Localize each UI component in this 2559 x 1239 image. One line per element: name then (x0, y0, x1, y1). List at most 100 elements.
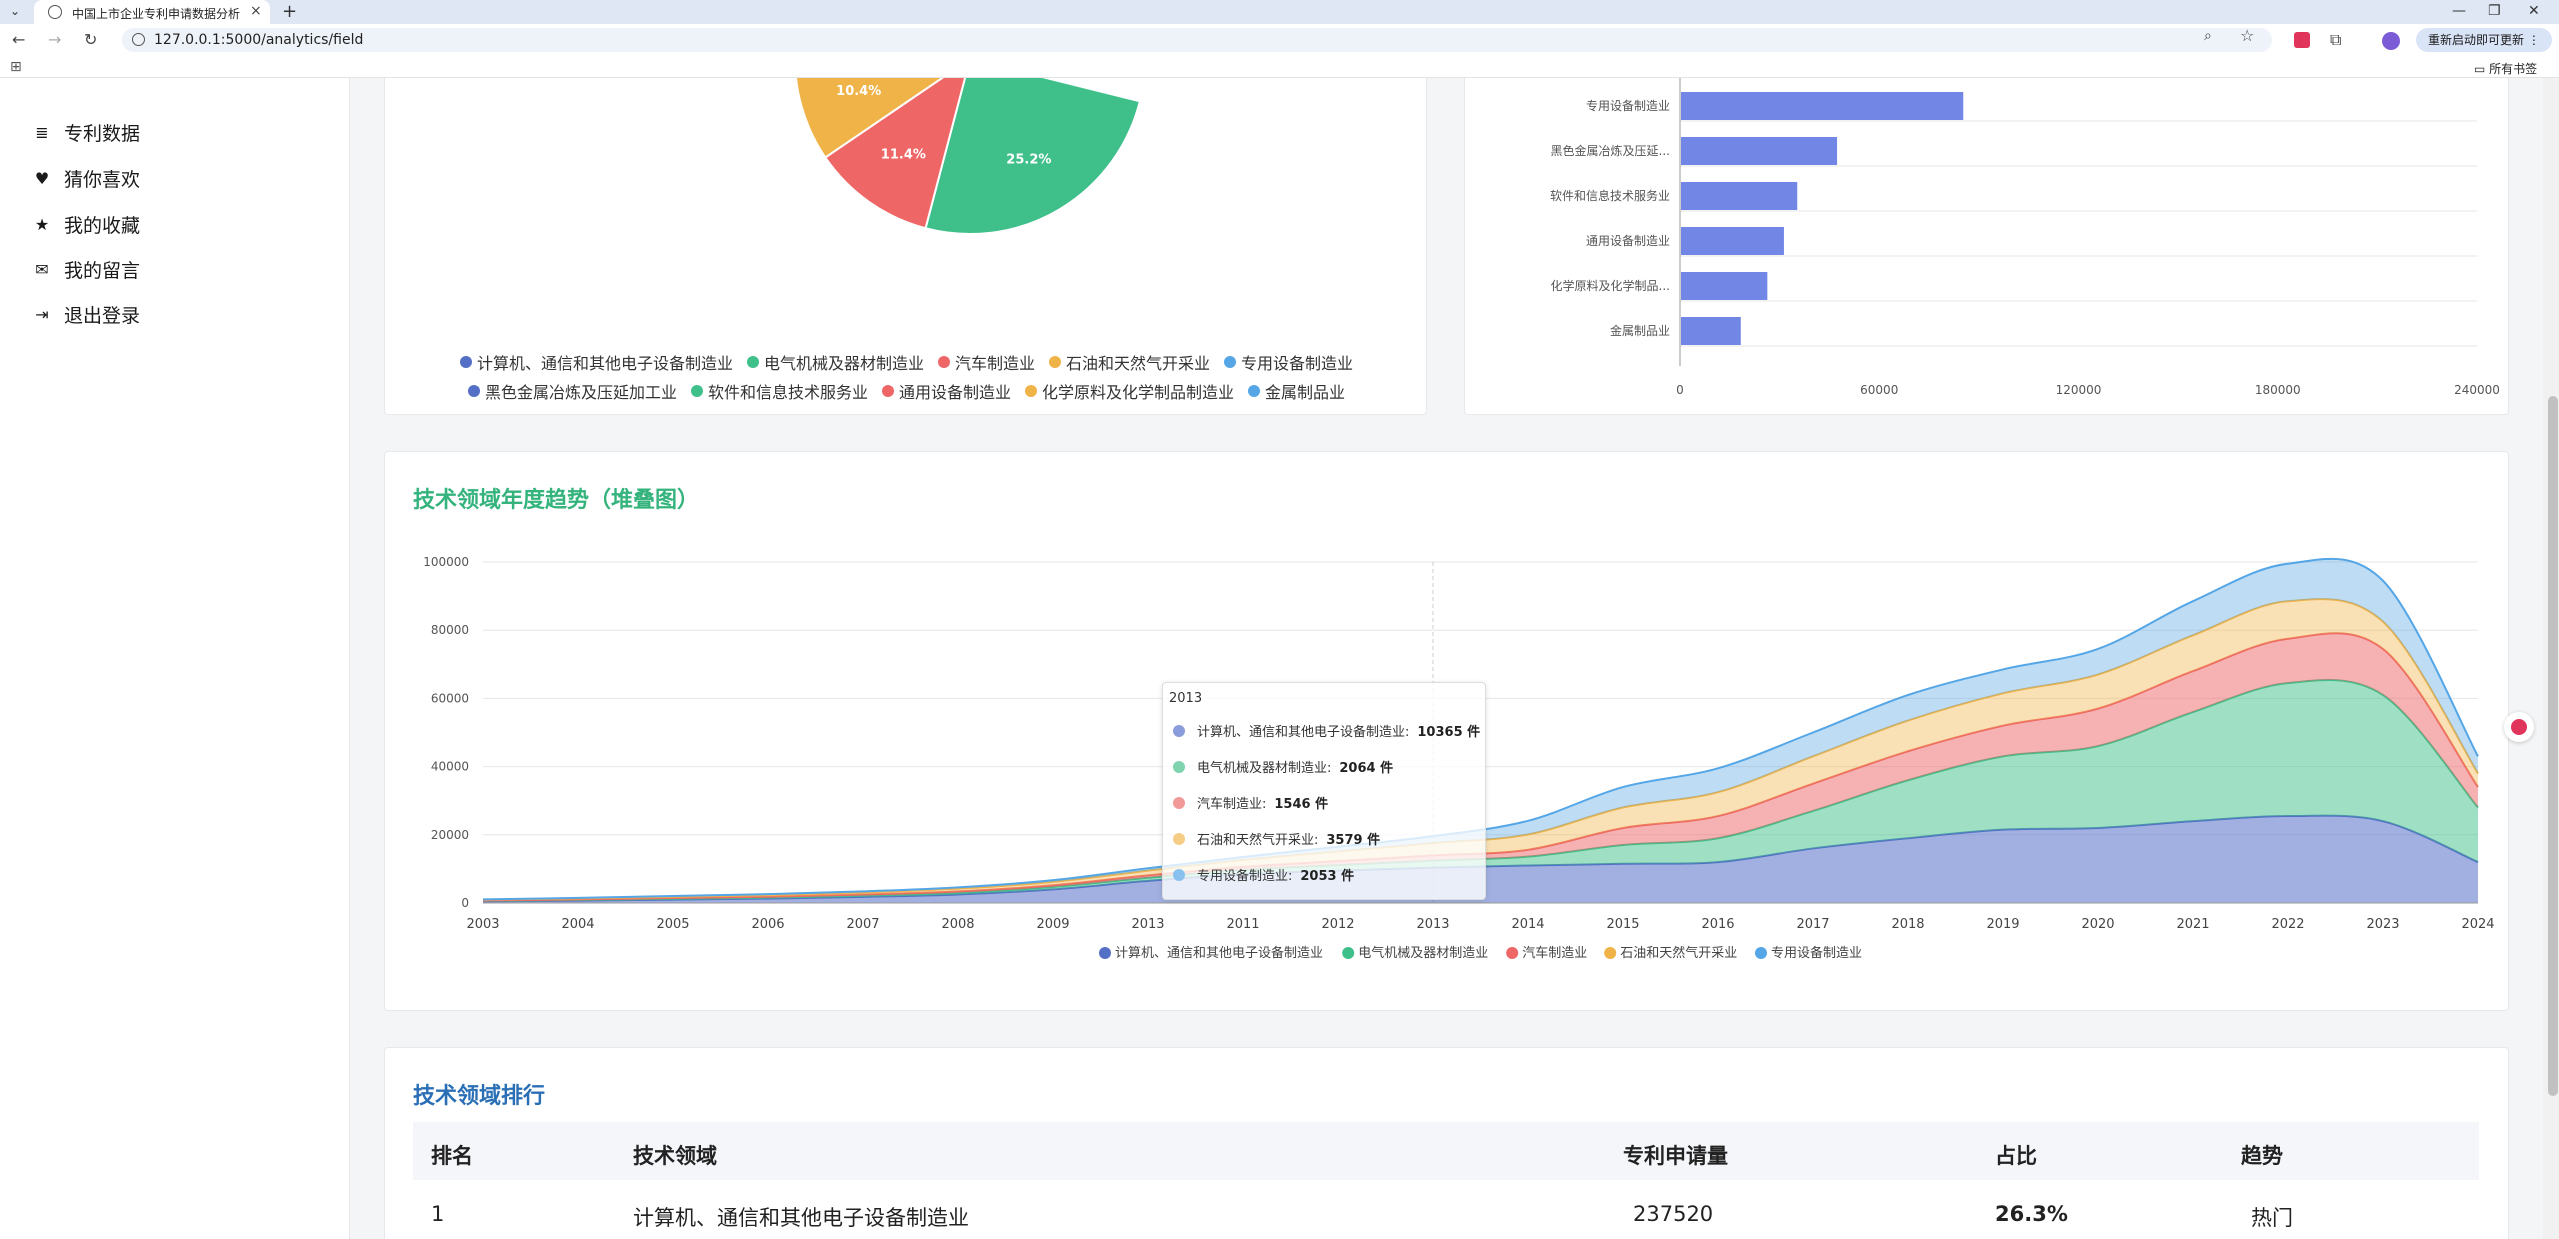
bar[interactable] (1681, 227, 1784, 255)
tab-close-icon[interactable]: × (250, 3, 262, 19)
th-rank[interactable]: 排名 (431, 1140, 473, 1170)
address-bar[interactable]: 127.0.0.1:5000/analytics/field (122, 28, 2272, 52)
th-count[interactable]: 专利申请量 (1623, 1140, 1728, 1170)
tooltip-row: 汽车制造业: 1546 件 (1173, 793, 1328, 812)
chat-icon: ✉ (35, 259, 49, 279)
legend-item[interactable]: 通用设备制造业 (881, 379, 1011, 403)
bar-category-label: 专用设备制造业 (1586, 98, 1670, 113)
bar[interactable] (1681, 137, 1838, 165)
th-share[interactable]: 占比 (1995, 1140, 2037, 1170)
legend-item[interactable]: 化学原料及化学制品制造业 (1025, 379, 1234, 403)
area-legend-label[interactable]: 电气机械及器材制造业 (1358, 945, 1488, 961)
bar-category-label: 化学原料及化学制品... (1551, 278, 1670, 293)
pie-legend-row: 黑色金属冶炼及压延加工业 软件和信息技术服务业 通用设备制造业 化学原料及化学制品制造… (385, 379, 1428, 403)
sidebar-item-recommend[interactable]: ♥ 猜你喜欢 (30, 164, 140, 192)
bar-x-tick-label: 60000 (1860, 383, 1898, 397)
star-icon: ★ (34, 214, 50, 234)
reload-icon[interactable]: ↻ (84, 30, 97, 49)
tab-title: 中国上市企业专利申请数据分析 (72, 7, 241, 21)
legend-dot (1025, 385, 1037, 397)
minimize-icon[interactable]: — (2452, 3, 2466, 19)
tab-list-chevron-icon[interactable]: ⌄ (10, 4, 20, 18)
restore-icon[interactable]: ❐ (2488, 3, 2501, 19)
back-arrow-icon[interactable]: ← (12, 30, 25, 49)
extension-icon[interactable] (2294, 32, 2310, 48)
area-x-tick-label: 2022 (2271, 917, 2304, 932)
profile-avatar[interactable] (2382, 32, 2400, 50)
legend-item[interactable]: 汽车制造业 (937, 350, 1035, 374)
legend-dot (1049, 356, 1061, 368)
browser-tab-active[interactable]: 中国上市企业专利申请数据分析 × (34, 0, 270, 24)
area-y-tick-label: 0 (461, 896, 469, 910)
area-legend-label[interactable]: 专用设备制造业 (1771, 945, 1862, 961)
sidebar-item-messages[interactable]: ✉ 我的留言 (30, 255, 140, 283)
bar-category-label: 金属制品业 (1610, 323, 1670, 338)
bar-category-label: 黑色金属冶炼及压延... (1551, 143, 1670, 158)
area-legend-label[interactable]: 计算机、通信和其他电子设备制造业 (1115, 945, 1323, 961)
area-x-tick-label: 2008 (941, 917, 974, 932)
tooltip-label: 石油和天然气开采业: (1197, 833, 1319, 848)
apps-grid-icon[interactable]: ⊞ (10, 59, 22, 75)
area-x-tick-label: 2018 (1891, 917, 1924, 932)
puzzle-icon[interactable]: ⧉ (2330, 30, 2341, 50)
all-bookmarks-folder[interactable]: ▭ 所有书签 (2474, 60, 2537, 77)
bar[interactable] (1681, 272, 1768, 300)
tooltip-label: 电气机械及器材制造业: (1197, 761, 1332, 776)
new-tab-plus-icon[interactable]: + (282, 1, 297, 22)
translate-icon[interactable] (2504, 712, 2534, 742)
area-y-tick-label: 100000 (423, 555, 469, 569)
restart-label: 重新启动即可更新 (2428, 33, 2525, 47)
legend-dot (937, 356, 950, 368)
area-legend-dot[interactable] (1099, 947, 1111, 959)
tooltip-value: 3579 件 (1326, 833, 1381, 848)
ranking-title: 技术领域排行 (413, 1084, 546, 1109)
legend-label: 黑色金属冶炼及压延加工业 (484, 383, 677, 402)
bookmarks-bar: ⊞ ▭ 所有书签 (0, 56, 2559, 78)
th-trend[interactable]: 趋势 (2241, 1140, 2283, 1170)
sidebar-item-label: 我的收藏 (64, 214, 141, 237)
sidebar-item-label: 猜你喜欢 (64, 168, 141, 191)
area-legend-label[interactable]: 汽车制造业 (1522, 945, 1587, 961)
sidebar-item-patent-data[interactable]: ≣ 专利数据 (30, 118, 140, 146)
legend-item[interactable]: 金属制品业 (1248, 379, 1345, 403)
globe-icon (48, 5, 62, 19)
bar-x-tick-label: 240000 (2454, 383, 2500, 397)
restart-update-button[interactable]: 重新启动即可更新 ⋮ (2416, 28, 2552, 52)
bar[interactable] (1681, 92, 1964, 120)
area-x-tick-label: 2004 (561, 917, 594, 932)
legend-label: 通用设备制造业 (898, 383, 1011, 402)
legend-label: 石油和天然气开采业 (1066, 354, 1211, 373)
bar-chart: 专用设备制造业黑色金属冶炼及压延... 软件和信息技术服务业通用设备制造业化学原料… (1550, 78, 2500, 397)
sidebar-item-favorites[interactable]: ★ 我的收藏 (30, 210, 140, 238)
url-text: 127.0.0.1:5000/analytics/field (154, 32, 364, 48)
area-legend-dot[interactable] (1755, 947, 1767, 959)
legend-item[interactable]: 计算机、通信和其他电子设备制造业 (459, 350, 733, 374)
area-legend-dot[interactable] (1342, 947, 1355, 959)
legend-item[interactable]: 专用设备制造业 (1224, 350, 1353, 374)
area-legend-dot[interactable] (1604, 947, 1617, 959)
heart-icon: ♥ (34, 168, 50, 188)
bar[interactable] (1681, 182, 1798, 210)
th-field[interactable]: 技术领域 (633, 1140, 717, 1170)
legend-dot (467, 385, 480, 397)
close-window-icon[interactable]: ✕ (2528, 3, 2540, 19)
table-header: 排名 技术领域 专利申请量 占比 趋势 (413, 1122, 2479, 1180)
bar[interactable] (1681, 317, 1741, 345)
area-legend-dot[interactable] (1506, 947, 1519, 959)
bookmark-star-icon[interactable]: ☆ (2240, 26, 2254, 45)
sidebar-item-label: 专利数据 (64, 122, 141, 145)
forward-arrow-icon[interactable]: → (48, 30, 61, 49)
site-info-icon[interactable] (132, 33, 145, 46)
legend-item[interactable]: 软件和信息技术服务业 (690, 379, 868, 403)
area-x-tick-label: 2014 (1511, 917, 1544, 932)
area-legend-label[interactable]: 石油和天然气开采业 (1620, 945, 1737, 961)
legend-item[interactable]: 电气机械及器材制造业 (746, 350, 924, 374)
zoom-icon[interactable]: ⌕ (2204, 28, 2212, 44)
bar-x-tick-label: 120000 (2056, 383, 2102, 397)
legend-item[interactable]: 黑色金属冶炼及压延加工业 (467, 379, 677, 403)
sidebar-item-logout[interactable]: ⇥ 退出登录 (30, 300, 140, 328)
area-x-tick-label: 2003 (466, 917, 499, 932)
scrollbar-thumb[interactable] (2548, 396, 2558, 1096)
bar-category-label: 通用设备制造业 (1586, 234, 1670, 248)
legend-item[interactable]: 石油和天然气开采业 (1049, 350, 1210, 374)
